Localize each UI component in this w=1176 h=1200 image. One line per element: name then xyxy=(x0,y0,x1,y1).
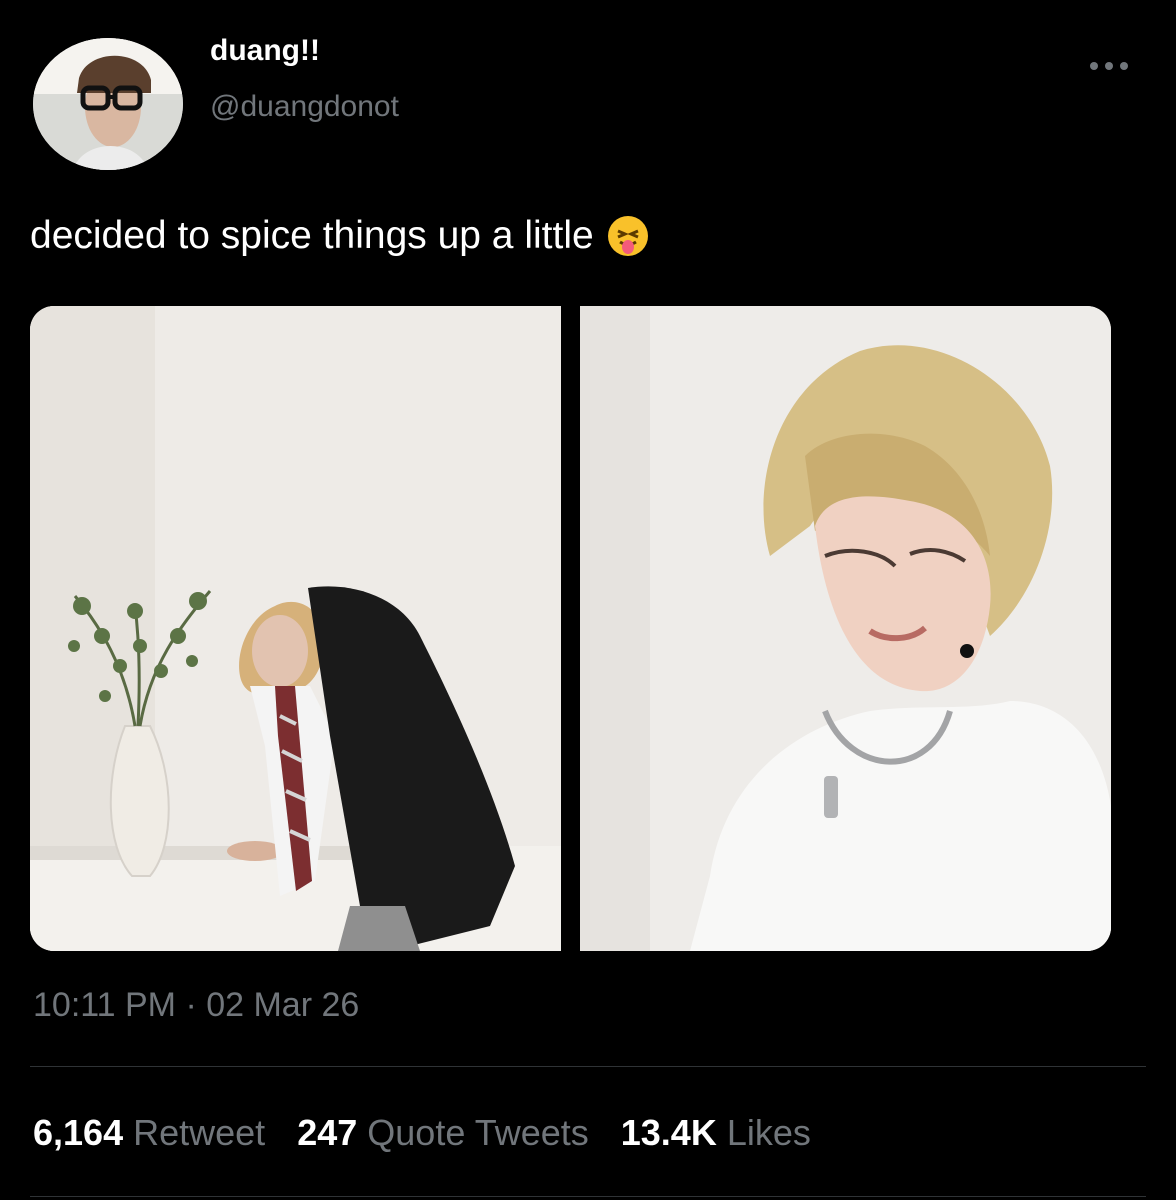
media-grid xyxy=(30,306,1111,951)
avatar-image xyxy=(33,38,183,170)
quote-tweets-count: 247 xyxy=(297,1112,358,1153)
tweet-text-row: decided to spice things up a little xyxy=(30,214,648,258)
divider-bottom xyxy=(30,1196,1146,1197)
tweet-stats: 6,164 Retweet 247 Quote Tweets 13.4K Lik… xyxy=(33,1112,811,1154)
more-icon[interactable] xyxy=(1090,54,1134,78)
avatar[interactable] xyxy=(33,38,183,170)
divider xyxy=(30,1066,1146,1067)
likes-stat[interactable]: 13.4K Likes xyxy=(621,1112,811,1154)
quote-tweets-label: Quote Tweets xyxy=(367,1112,589,1153)
author-handle[interactable]: @duangdonot xyxy=(210,90,399,124)
photo-right[interactable] xyxy=(580,306,1111,951)
tweet-timestamp[interactable]: 10:11 PM · 02 Mar 26 xyxy=(33,986,359,1025)
tweet-text: decided to spice things up a little xyxy=(30,214,594,257)
photo-left[interactable] xyxy=(30,306,561,951)
left-photo-image xyxy=(30,306,561,951)
author-name[interactable]: duang!! xyxy=(210,34,320,68)
more-dot xyxy=(1105,62,1113,70)
face-with-tongue-emoji-icon xyxy=(607,216,648,256)
likes-count: 13.4K xyxy=(620,1112,717,1153)
more-dot xyxy=(1120,62,1128,70)
more-dot xyxy=(1090,62,1098,70)
quote-tweets-stat[interactable]: 247 Quote Tweets xyxy=(297,1112,589,1154)
likes-label: Likes xyxy=(726,1112,811,1153)
retweet-count: 6,164 xyxy=(33,1112,124,1153)
retweet-label: Retweet xyxy=(133,1112,266,1153)
right-photo-image xyxy=(580,306,1111,951)
retweet-stat[interactable]: 6,164 Retweet xyxy=(33,1112,265,1154)
